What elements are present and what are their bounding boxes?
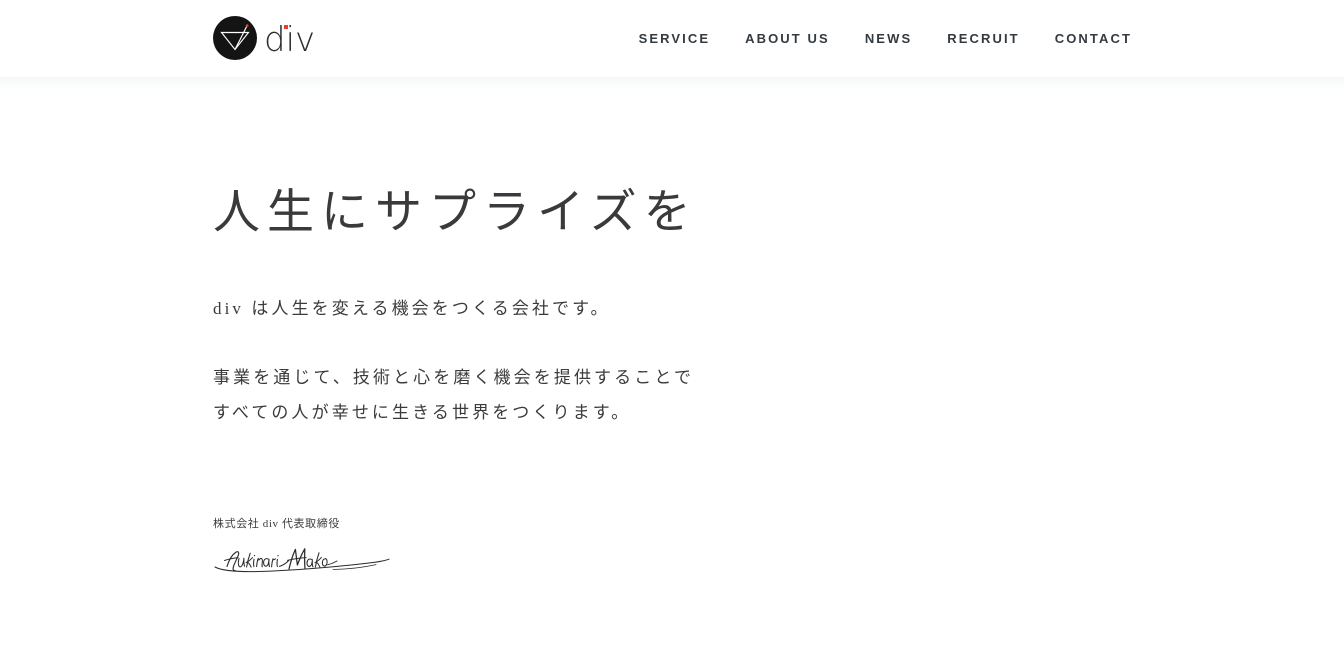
hero-lead-text: div は人生を変える機会をつくる会社です。 <box>213 299 611 318</box>
logo-red-dot-icon <box>283 24 288 29</box>
signature-caption: 株式会社 div 代表取締役 <box>213 518 340 530</box>
main-content: 人生にサプライズを div は人生を変える機会をつくる会社です。 事業を通じて、… <box>0 77 1344 652</box>
main-navigation: SERVICE ABOUT US NEWS RECRUIT CONTACT <box>639 0 1132 77</box>
logo-home-link[interactable]: div <box>213 14 315 62</box>
nav-item-about-us[interactable]: ABOUT US <box>745 21 830 56</box>
hero-body-text: 事業を通じて、技術と心を磨く機会を提供することで すべての人が幸せに生きる世界を… <box>213 361 694 431</box>
site-header: div SERVICE ABOUT US NEWS RECRUIT CONTAC… <box>0 0 1344 77</box>
header-bottom-shadow <box>0 77 1344 91</box>
nav-item-contact[interactable]: CONTACT <box>1055 21 1132 56</box>
div-triangle-logo-icon <box>213 16 257 60</box>
hero-body-line-2: すべての人が幸せに生きる世界をつくります。 <box>213 402 632 422</box>
logo-wordmark-text: div <box>264 19 316 60</box>
ceo-handwritten-signature-icon <box>214 548 390 573</box>
signature-block: 株式会社 div 代表取締役 <box>213 517 533 578</box>
hero-headline: 人生にサプライズを <box>213 187 698 239</box>
page-root: div SERVICE ABOUT US NEWS RECRUIT CONTAC… <box>0 0 1344 652</box>
nav-item-news[interactable]: NEWS <box>865 21 912 56</box>
nav-item-recruit[interactable]: RECRUIT <box>947 21 1019 56</box>
hero-body-line-1: 事業を通じて、技術と心を磨く機会を提供することで <box>213 368 695 387</box>
nav-item-service[interactable]: SERVICE <box>639 21 711 56</box>
logo-wordmark: div <box>264 20 315 57</box>
